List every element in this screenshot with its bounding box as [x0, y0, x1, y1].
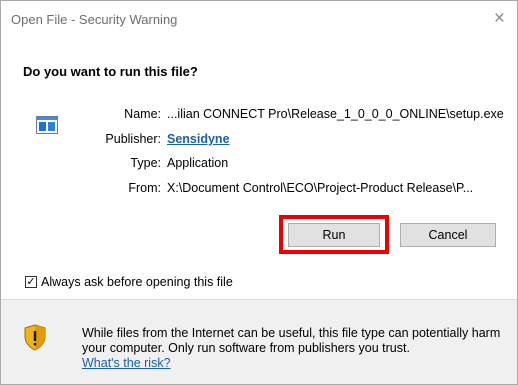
name-label: Name:: [124, 107, 161, 121]
close-icon[interactable]: ×: [494, 8, 505, 30]
shield-warning-icon: [24, 324, 46, 351]
warning-message: While files from the Internet can be use…: [82, 326, 501, 355]
warning-text-block: While files from the Internet can be use…: [82, 326, 502, 371]
window-title: Open File - Security Warning: [11, 12, 178, 27]
name-value: ...ilian CONNECT Pro\Release_1_0_0_0_ONL…: [167, 107, 504, 121]
type-label: Type:: [130, 156, 161, 170]
warning-panel: While files from the Internet can be use…: [1, 299, 517, 384]
dialog-question: Do you want to run this file?: [23, 64, 198, 79]
type-value: Application: [167, 156, 229, 170]
title-bar[interactable]: Open File - Security Warning ×: [1, 1, 517, 39]
cancel-button[interactable]: Cancel: [400, 223, 496, 247]
always-ask-checkbox[interactable]: ✓: [25, 276, 37, 288]
from-value: X:\Document Control\ECO\Project-Product …: [167, 181, 474, 195]
whats-the-risk-link[interactable]: What's the risk?: [82, 356, 171, 370]
security-warning-dialog: Open File - Security Warning × Do you wa…: [0, 0, 518, 385]
from-label: From:: [128, 181, 161, 195]
application-window-icon: [36, 116, 58, 134]
always-ask-label[interactable]: Always ask before opening this file: [41, 275, 233, 289]
publisher-label: Publisher:: [105, 132, 161, 146]
publisher-link[interactable]: Sensidyne: [167, 132, 230, 146]
run-button[interactable]: Run: [288, 223, 380, 247]
